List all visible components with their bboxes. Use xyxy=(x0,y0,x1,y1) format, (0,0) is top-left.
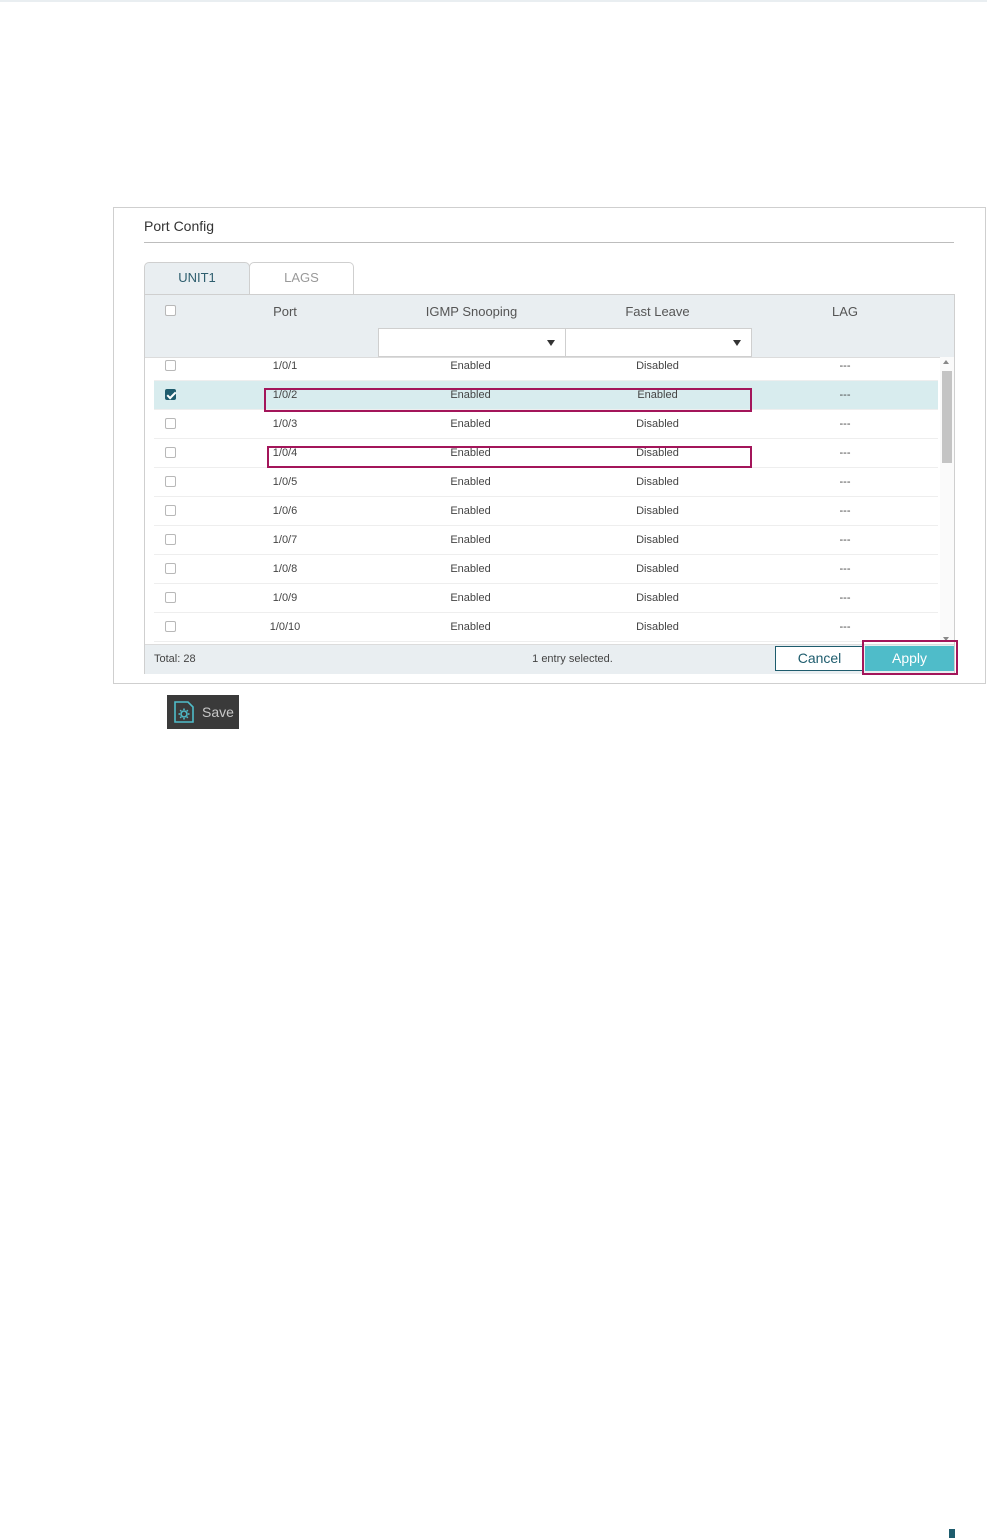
port-config-panel: Port Config UNIT1 LAGS Port IGMP Snoopin… xyxy=(113,207,986,684)
apply-button[interactable]: Apply xyxy=(865,646,954,671)
cell-port: 1/0/4 xyxy=(272,447,298,459)
cell-port: 1/0/8 xyxy=(272,563,298,575)
cell-lag: --- xyxy=(839,447,851,459)
table-row[interactable]: 1/0/9 Enabled Disabled --- xyxy=(154,584,938,613)
table-row[interactable]: 1/0/7 Enabled Disabled --- xyxy=(154,526,938,555)
top-rule xyxy=(0,0,987,2)
cell-igmp-snooping: Enabled xyxy=(450,389,491,401)
cell-fast-leave: Disabled xyxy=(636,505,679,517)
cell-igmp-snooping: Enabled xyxy=(450,621,491,633)
cell-lag: --- xyxy=(839,505,851,517)
column-header-igmp-snooping: IGMP Snooping xyxy=(425,304,518,319)
cell-fast-leave: Disabled xyxy=(636,592,679,604)
cell-igmp-snooping: Enabled xyxy=(450,534,491,546)
cell-fast-leave: Disabled xyxy=(636,360,679,372)
table-row[interactable]: 1/0/8 Enabled Disabled --- xyxy=(154,555,938,584)
selection-status: 1 entry selected. xyxy=(532,653,613,665)
cell-fast-leave: Disabled xyxy=(636,418,679,430)
page-corner-mark xyxy=(949,1529,955,1538)
table-row[interactable]: 1/0/1 Enabled Disabled --- xyxy=(154,357,938,381)
row-checkbox[interactable] xyxy=(165,418,176,429)
cell-lag: --- xyxy=(839,389,851,401)
cell-igmp-snooping: Enabled xyxy=(450,592,491,604)
table-body: 1/0/1 Enabled Disabled --- 1/0/2 Enabled Enabl… xyxy=(154,357,938,644)
scroll-up-arrow-icon[interactable] xyxy=(943,360,949,364)
chevron-down-icon xyxy=(733,340,741,346)
column-header-port: Port xyxy=(273,304,297,319)
cell-port: 1/0/6 xyxy=(272,505,298,517)
table-row[interactable]: 1/0/3 Enabled Disabled --- xyxy=(154,410,938,439)
cell-igmp-snooping: Enabled xyxy=(450,447,491,459)
cell-lag: --- xyxy=(839,563,851,575)
cell-port: 1/0/1 xyxy=(272,360,298,372)
table-scrollbar[interactable] xyxy=(940,357,954,644)
fast-leave-select[interactable] xyxy=(565,328,752,357)
table-header: Port IGMP Snooping Fast Leave LAG xyxy=(145,295,954,329)
cell-igmp-snooping: Enabled xyxy=(450,418,491,430)
cell-port: 1/0/2 xyxy=(272,389,298,401)
cell-port: 1/0/5 xyxy=(272,476,298,488)
save-label: Save xyxy=(202,704,234,720)
cell-igmp-snooping: Enabled xyxy=(450,563,491,575)
row-checkbox[interactable] xyxy=(165,360,176,371)
total-count: Total: 28 xyxy=(154,653,196,665)
row-checkbox[interactable] xyxy=(165,389,176,400)
select-all-checkbox[interactable] xyxy=(165,305,176,316)
cell-port: 1/0/7 xyxy=(272,534,298,546)
cell-lag: --- xyxy=(839,418,851,430)
cell-lag: --- xyxy=(839,534,851,546)
table-row[interactable]: 1/0/6 Enabled Disabled --- xyxy=(154,497,938,526)
table-row[interactable]: 1/0/4 Enabled Disabled --- xyxy=(154,439,938,468)
cell-fast-leave: Disabled xyxy=(636,621,679,633)
cell-port: 1/0/3 xyxy=(272,418,298,430)
cell-igmp-snooping: Enabled xyxy=(450,505,491,517)
row-checkbox[interactable] xyxy=(165,476,176,487)
cell-port: 1/0/10 xyxy=(269,621,301,633)
row-checkbox[interactable] xyxy=(165,534,176,545)
cell-lag: --- xyxy=(839,592,851,604)
row-checkbox[interactable] xyxy=(165,563,176,574)
cell-fast-leave: Enabled xyxy=(637,389,678,401)
column-header-fast-leave: Fast Leave xyxy=(625,304,690,319)
cancel-button[interactable]: Cancel xyxy=(775,646,864,671)
column-header-lag: LAG xyxy=(831,304,858,319)
row-checkbox[interactable] xyxy=(165,592,176,603)
row-checkbox[interactable] xyxy=(165,505,176,516)
table-row[interactable]: 1/0/10 Enabled Disabled --- xyxy=(154,613,938,642)
row-checkbox[interactable] xyxy=(165,447,176,458)
cell-port: 1/0/9 xyxy=(272,592,298,604)
save-button[interactable]: Save xyxy=(167,695,239,729)
tab-unit1[interactable]: UNIT1 xyxy=(144,262,250,295)
cell-igmp-snooping: Enabled xyxy=(450,360,491,372)
scroll-down-arrow-icon[interactable] xyxy=(943,637,949,641)
panel-title: Port Config xyxy=(144,218,215,234)
cell-fast-leave: Disabled xyxy=(636,563,679,575)
row-checkbox[interactable] xyxy=(165,621,176,632)
cell-lag: --- xyxy=(839,476,851,488)
cell-lag: --- xyxy=(839,621,851,633)
cell-lag: --- xyxy=(839,360,851,372)
port-table: Port IGMP Snooping Fast Leave LAG 1/0/1 E… xyxy=(144,294,955,674)
igmp-snooping-select[interactable] xyxy=(378,328,566,357)
table-row[interactable]: 1/0/5 Enabled Disabled --- xyxy=(154,468,938,497)
cell-fast-leave: Disabled xyxy=(636,476,679,488)
save-config-icon xyxy=(174,701,194,723)
scroll-thumb[interactable] xyxy=(942,371,952,463)
cell-fast-leave: Disabled xyxy=(636,534,679,546)
tab-lags[interactable]: LAGS xyxy=(249,262,354,295)
table-row[interactable]: 1/0/2 Enabled Enabled --- xyxy=(154,381,938,410)
title-divider xyxy=(144,242,954,243)
chevron-down-icon xyxy=(547,340,555,346)
cell-igmp-snooping: Enabled xyxy=(450,476,491,488)
filter-row xyxy=(145,328,954,358)
cell-fast-leave: Disabled xyxy=(636,447,679,459)
